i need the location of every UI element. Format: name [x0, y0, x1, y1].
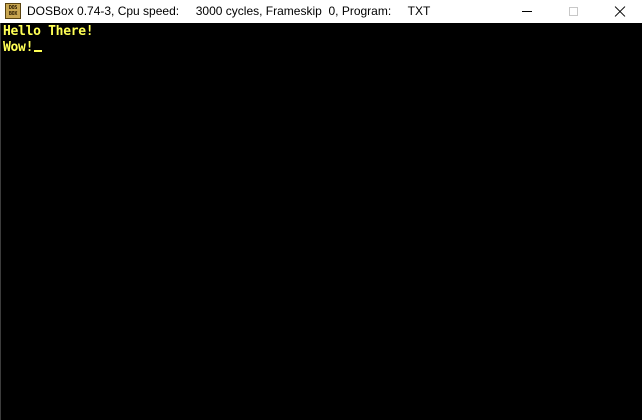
terminal-line: Wow! — [3, 40, 642, 56]
terminal-line: Hello There! — [3, 24, 642, 40]
close-icon — [614, 6, 625, 17]
dos-screen[interactable]: Hello There! Wow! — [1, 23, 642, 420]
title-bar[interactable]: DOS BOX DOSBox 0.74-3, Cpu speed: 3000 c… — [0, 0, 642, 23]
dosbox-window: DOS BOX DOSBox 0.74-3, Cpu speed: 3000 c… — [0, 0, 642, 420]
minimize-button[interactable] — [504, 0, 550, 23]
maximize-button[interactable] — [550, 0, 596, 23]
icon-text-box: BOX — [8, 11, 18, 17]
terminal-line-text: Wow! — [3, 40, 34, 55]
minimize-icon — [522, 11, 532, 12]
text-cursor — [34, 50, 43, 52]
terminal-line-text: Hello There! — [3, 24, 94, 39]
dosbox-icon[interactable]: DOS BOX — [5, 3, 21, 19]
close-button[interactable] — [596, 0, 642, 23]
window-title: DOSBox 0.74-3, Cpu speed: 3000 cycles, F… — [27, 4, 431, 18]
maximize-icon — [568, 7, 578, 16]
